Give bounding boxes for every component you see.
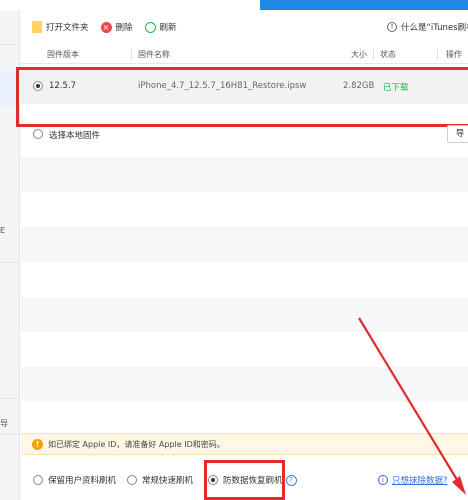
warning-icon: ! (32, 438, 43, 450)
col-status: 状态 (380, 50, 396, 59)
delete-icon: × (100, 21, 112, 33)
col-size: 大小 (351, 50, 367, 59)
highlight-box (204, 460, 285, 500)
info-icon: i (378, 475, 388, 485)
sidebar-divider (0, 44, 20, 45)
mode-keep-data[interactable]: 保留用户资料刷机 (33, 474, 116, 486)
apple-id-notice: ! 如已绑定 Apple ID，请准备好 Apple ID和密码。 (21, 433, 468, 455)
empty-row (21, 367, 468, 402)
import-button[interactable]: 导 (447, 125, 468, 143)
local-firmware-radio[interactable] (33, 129, 43, 139)
refresh-icon (144, 21, 156, 33)
col-divider (373, 48, 374, 60)
info-icon: ! (387, 22, 397, 32)
col-divider (131, 48, 132, 60)
col-name: 固件名称 (138, 50, 170, 59)
refresh-button[interactable]: 刷新 (144, 21, 177, 33)
folder-icon (32, 21, 42, 33)
col-action: 操作 (446, 50, 462, 59)
sidebar-glyph-a: E (0, 226, 6, 235)
col-divider (437, 48, 438, 60)
open-folder-button[interactable]: 打开文件夹 (32, 21, 89, 33)
sidebar-divider (0, 262, 20, 263)
mode-quick-radio[interactable] (127, 475, 137, 485)
empty-row (21, 157, 468, 192)
delete-button[interactable]: × 删除 (100, 21, 133, 33)
firmware-panel: 打开文件夹 × 删除 刷新 ! 什么是“iTunes刷机” 固件版本 固件名称 … (16, 10, 468, 500)
itunes-help-label: 什么是“iTunes刷机” (401, 23, 468, 33)
open-folder-label: 打开文件夹 (46, 23, 89, 33)
itunes-help-link[interactable]: ! 什么是“iTunes刷机” (387, 10, 468, 44)
mode-keep-data-radio[interactable] (33, 475, 43, 485)
col-version: 固件版本 (47, 50, 79, 59)
refresh-label: 刷新 (159, 23, 177, 33)
local-firmware-row[interactable]: 选择本地固件 导 (21, 117, 468, 152)
sidebar-glyph-b: 导 (0, 419, 8, 428)
notice-text: 如已绑定 Apple ID，请准备好 Apple ID和密码。 (48, 439, 225, 449)
help-icon[interactable]: ? (285, 474, 297, 486)
erase-only-label: 只想抹除数据? (392, 476, 448, 486)
local-firmware-label: 选择本地固件 (49, 131, 101, 141)
title-bar (0, 0, 468, 10)
mode-quick-label: 常规快速刷机 (142, 476, 194, 486)
delete-label: 删除 (115, 23, 133, 33)
mode-keep-data-label: 保留用户资料刷机 (48, 476, 117, 486)
erase-only-link[interactable]: i 只想抹除数据? (378, 474, 448, 486)
sidebar-divider (0, 398, 20, 399)
title-bar-accent (260, 0, 468, 10)
empty-row (21, 297, 468, 332)
sidebar-divider (0, 434, 20, 435)
table-header: 固件版本 固件名称 大小 状态 操作 (21, 44, 468, 64)
mode-quick[interactable]: 常规快速刷机 (127, 474, 193, 486)
empty-row (21, 227, 468, 262)
